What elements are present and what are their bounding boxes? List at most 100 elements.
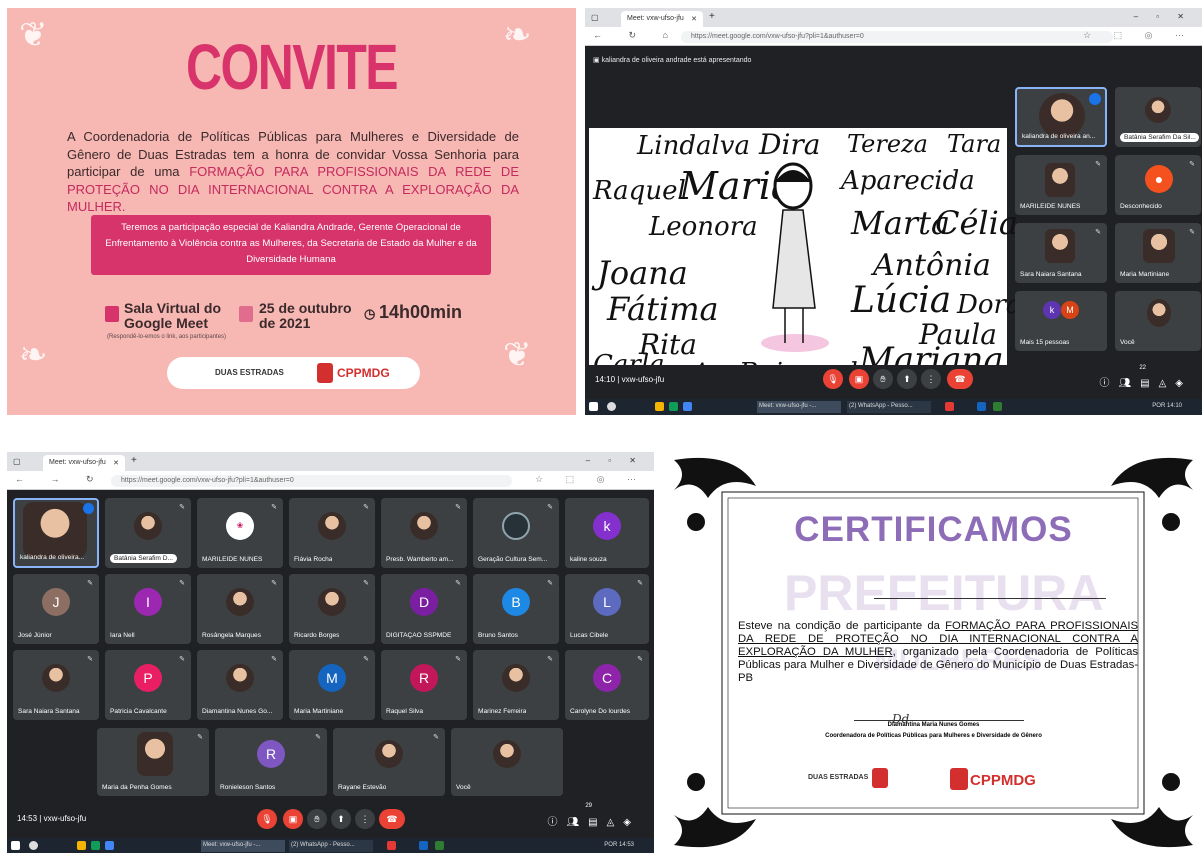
participant-tile[interactable]: Maria da Penha Gomes ✎ bbox=[97, 728, 209, 796]
participant-name: kaliandra de oliveira... bbox=[20, 554, 85, 561]
more-people-tile[interactable]: k M Mais 15 pessoas bbox=[1015, 291, 1107, 351]
more-options-button[interactable]: ⋮ bbox=[355, 809, 375, 829]
participant-tile[interactable]: Sara Naiara Santana ✎ bbox=[1015, 223, 1107, 283]
self-tile[interactable]: Você bbox=[1115, 291, 1201, 351]
taskbar-item-whatsapp[interactable]: (2) WhatsApp - Pesso... bbox=[289, 840, 373, 852]
participant-tile[interactable]: Flávia Rocha ✎ bbox=[289, 498, 375, 568]
participant-tile[interactable]: Rayane Estevão ✎ bbox=[333, 728, 445, 796]
pdf-icon[interactable] bbox=[945, 402, 954, 411]
word-icon[interactable] bbox=[683, 402, 692, 411]
explorer-icon[interactable] bbox=[77, 841, 86, 850]
participant-tile[interactable]: D DIGITAÇÃO SSPMDE ✎ bbox=[381, 574, 467, 644]
taskbar-item-meet[interactable]: Meet: vxw-ufso-jfu -... bbox=[757, 401, 841, 413]
participant-tile[interactable]: MARILEIDE NUNES ✎ bbox=[1015, 155, 1107, 215]
participant-tile[interactable]: Marinez Ferreira ✎ bbox=[473, 650, 559, 720]
participant-tile[interactable]: Rosângela Marques ✎ bbox=[197, 574, 283, 644]
participant-tile[interactable]: Batânia Serafim D... ✎ bbox=[105, 498, 191, 568]
participant-tile[interactable]: Sara Naiara Santana ✎ bbox=[13, 650, 99, 720]
close-tab-icon[interactable]: ✕ bbox=[113, 459, 119, 467]
participant-tile[interactable]: Presb. Wamberto am... ✎ bbox=[381, 498, 467, 568]
nav-buttons[interactable]: ← ↻ ⌂ bbox=[593, 30, 680, 41]
browser-tab[interactable]: Meet: vxw-ufso-jfu ✕ bbox=[43, 455, 125, 471]
word-doc-icon[interactable] bbox=[419, 841, 428, 850]
search-icon[interactable] bbox=[607, 402, 616, 411]
special-guest-box: Teremos a participação especial de Kalia… bbox=[91, 215, 491, 275]
window-controls[interactable]: – ▫ ✕ bbox=[586, 456, 644, 465]
participant-tile[interactable]: P Patricia Cavalcante ✎ bbox=[105, 650, 191, 720]
meeting-code: vxw-ufso-jfu bbox=[43, 814, 87, 823]
participant-tile[interactable]: L Lucas Cibele ✎ bbox=[565, 574, 649, 644]
participant-tile[interactable]: Diamantina Nunes Go... ✎ bbox=[197, 650, 283, 720]
raise-hand-button[interactable]: ✋︎ bbox=[873, 369, 893, 389]
participant-tile[interactable]: ❀ MARILEIDE NUNES ✎ bbox=[197, 498, 283, 568]
raise-hand-button[interactable]: ✋︎ bbox=[307, 809, 327, 829]
more-options-button[interactable]: ⋮ bbox=[921, 369, 941, 389]
search-icon[interactable] bbox=[29, 841, 38, 850]
excel-icon[interactable] bbox=[669, 402, 678, 411]
excel-doc-icon[interactable] bbox=[435, 841, 444, 850]
participant-tile[interactable]: R Raquel Silva ✎ bbox=[381, 650, 467, 720]
toolbar-icons[interactable]: ☆ ⬚ ◎ ⋯ bbox=[535, 474, 646, 485]
participant-tile[interactable]: Maria Martiniane ✎ bbox=[1115, 223, 1201, 283]
mic-off-icon: ✎ bbox=[179, 580, 185, 587]
participant-tile[interactable]: B Bruno Santos ✎ bbox=[473, 574, 559, 644]
side-panel-buttons[interactable]: ⓘ👥︎▤◬◈ bbox=[1099, 374, 1192, 389]
new-tab-icon[interactable]: + bbox=[709, 11, 715, 22]
mic-off-icon: ✎ bbox=[271, 656, 277, 663]
participant-photo bbox=[318, 588, 346, 616]
taskbar-item-meet[interactable]: Meet: vxw-ufso-jfu -... bbox=[201, 840, 285, 852]
word-icon[interactable] bbox=[105, 841, 114, 850]
excel-icon[interactable] bbox=[91, 841, 100, 850]
mic-toggle-button[interactable]: 🎙︎ bbox=[257, 809, 277, 829]
present-button[interactable]: ⬆ bbox=[897, 369, 917, 389]
certificate-body: Esteve na condição de participante da FO… bbox=[738, 620, 1138, 685]
url-input[interactable]: https://meet.google.com/vxw-ufso-jfu?pli… bbox=[681, 31, 1113, 43]
participant-tile[interactable]: I Iara Nell ✎ bbox=[105, 574, 191, 644]
window-controls[interactable]: – ▫ ✕ bbox=[1134, 12, 1192, 21]
participant-tile[interactable]: ● Desconhecido ✎ bbox=[1115, 155, 1201, 215]
participant-name: MARILEIDE NUNES bbox=[202, 556, 263, 563]
mic-toggle-button[interactable]: 🎙︎ bbox=[823, 369, 843, 389]
side-panel-buttons[interactable]: ⓘ👥︎▤◬◈ bbox=[547, 813, 640, 828]
participant-tile[interactable]: kaliandra de oliveira... bbox=[13, 498, 99, 568]
participant-tile[interactable]: C Carolyne Do lourdes ✎ bbox=[565, 650, 649, 720]
participant-name: Patricia Cavalcante bbox=[110, 708, 167, 715]
participant-tile[interactable]: M Maria Martiniane ✎ bbox=[289, 650, 375, 720]
participant-tile[interactable]: J José Júnior ✎ bbox=[13, 574, 99, 644]
close-tab-icon[interactable]: ✕ bbox=[691, 15, 697, 23]
new-tab-icon[interactable]: + bbox=[131, 455, 137, 466]
slide-name: Dira bbox=[759, 128, 821, 161]
excel-doc-icon[interactable] bbox=[993, 402, 1002, 411]
corner-ornament: ❦ bbox=[503, 335, 532, 375]
participant-name: Você bbox=[1120, 339, 1135, 346]
explorer-icon[interactable] bbox=[655, 402, 664, 411]
toolbar-icons[interactable]: ☆ ⬚ ◎ ⋯ bbox=[1083, 30, 1194, 41]
avatar-initial: B bbox=[502, 588, 530, 616]
taskbar-item-whatsapp[interactable]: (2) WhatsApp - Pesso... bbox=[847, 401, 931, 413]
camera-toggle-button[interactable]: ▣ bbox=[283, 809, 303, 829]
participant-tile[interactable]: kaliandra de oliveira an... bbox=[1015, 87, 1107, 147]
invite-title: CONVITE bbox=[186, 31, 399, 103]
leave-call-button[interactable]: ☎︎ bbox=[947, 369, 973, 389]
url-input[interactable]: https://meet.google.com/vxw-ufso-jfu?pli… bbox=[111, 475, 513, 487]
participant-tile[interactable]: Batânia Serafim Da Sil... bbox=[1115, 87, 1201, 147]
avatar-initial: R bbox=[410, 664, 438, 692]
participant-name: Iara Nell bbox=[110, 632, 135, 639]
start-icon[interactable] bbox=[589, 402, 598, 411]
browser-tab[interactable]: Meet: vxw-ufso-jfu ✕ bbox=[621, 11, 703, 27]
self-tile[interactable]: Você bbox=[451, 728, 563, 796]
pdf-icon[interactable] bbox=[387, 841, 396, 850]
leave-call-button[interactable]: ☎︎ bbox=[379, 809, 405, 829]
participant-tile[interactable]: R Ronieleson Santos ✎ bbox=[215, 728, 327, 796]
participant-tile[interactable]: Ricardo Borges ✎ bbox=[289, 574, 375, 644]
participant-photo bbox=[375, 740, 403, 768]
participant-tile[interactable]: k kaline souza bbox=[565, 498, 649, 568]
start-icon[interactable] bbox=[11, 841, 20, 850]
mic-off-icon: ✎ bbox=[455, 656, 461, 663]
present-button[interactable]: ⬆ bbox=[331, 809, 351, 829]
camera-toggle-button[interactable]: ▣ bbox=[849, 369, 869, 389]
participant-tile[interactable]: Geração Cultura Sem... ✎ bbox=[473, 498, 559, 568]
word-doc-icon[interactable] bbox=[977, 402, 986, 411]
participant-name: Presb. Wamberto am... bbox=[386, 556, 454, 563]
language-indicator: POR bbox=[1152, 403, 1166, 409]
